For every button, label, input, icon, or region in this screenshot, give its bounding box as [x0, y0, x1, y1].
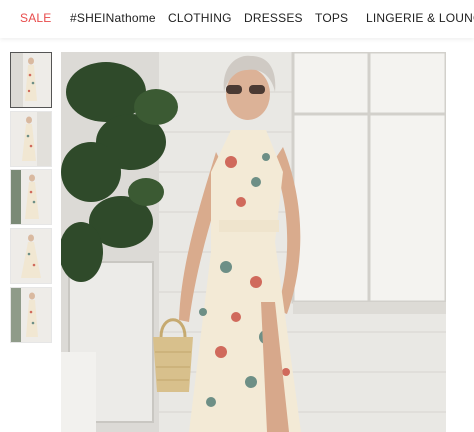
thumbnail-5[interactable] [10, 287, 52, 343]
nav-item-sale[interactable]: SALE [20, 11, 52, 25]
nav-item-clothing[interactable]: CLOTHING [168, 11, 232, 25]
thumbnail-4[interactable] [10, 228, 52, 284]
product-photo [61, 52, 446, 432]
thumbnail-2[interactable] [10, 111, 52, 167]
thumbnail-3[interactable] [10, 169, 52, 225]
nav-item-lingerie-lounge[interactable]: LINGERIE & LOUNGE [366, 11, 474, 25]
nav-item-tops[interactable]: TOPS [315, 11, 348, 25]
nav-item-sheinathome[interactable]: #SHEINathome [70, 11, 156, 25]
product-main-image[interactable] [61, 52, 446, 432]
top-navigation: SALE #SHEINathome CLOTHING DRESSES TOPS … [0, 0, 474, 38]
thumbnail-1[interactable] [10, 52, 52, 108]
nav-item-dresses[interactable]: DRESSES [244, 11, 303, 25]
